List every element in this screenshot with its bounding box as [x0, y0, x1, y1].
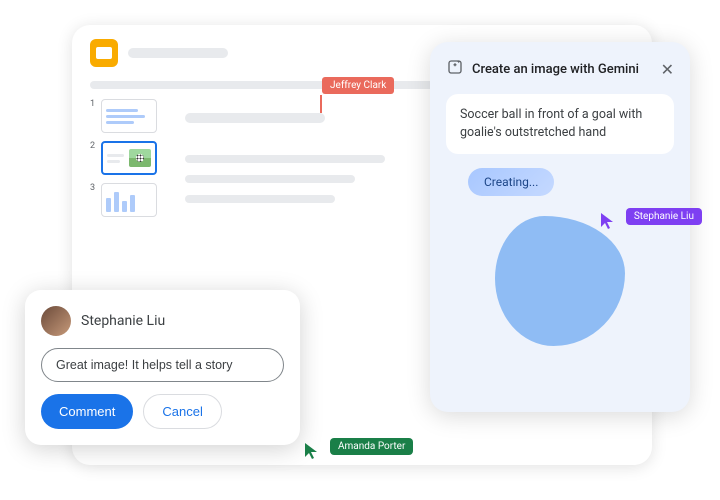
gemini-panel-title: Create an image with Gemini [472, 62, 639, 77]
thumb-number: 2 [90, 141, 96, 151]
cursor-pointer-icon [304, 442, 318, 460]
slide-thumbnail[interactable] [101, 99, 157, 133]
thumb-number: 3 [90, 183, 96, 193]
gemini-status-chip: Creating... [468, 168, 554, 196]
collaborator-cursor: Stephanie Liu [600, 212, 702, 230]
comment-cancel-button[interactable]: Cancel [143, 394, 221, 429]
collaborator-cursor-label: Amanda Porter [330, 438, 413, 455]
comment-popover: Stephanie Liu Comment Cancel [25, 290, 300, 445]
slides-logo-icon[interactable] [90, 39, 118, 67]
slide-thumbnail-panel: 1 2 3 [90, 99, 157, 229]
thumb-image-icon [129, 149, 151, 167]
comment-author-avatar [41, 306, 71, 336]
gemini-generating-placeholder-icon [495, 216, 625, 346]
slide-thumbnail[interactable] [101, 183, 157, 217]
close-icon[interactable]: ✕ [661, 60, 674, 79]
comment-input[interactable] [41, 348, 284, 382]
thumb-chart-icon [106, 188, 152, 212]
gemini-prompt-text[interactable]: Soccer ball in front of a goal with goal… [446, 94, 674, 154]
collaborator-cursor: Amanda Porter [304, 442, 413, 460]
gemini-sparkle-icon [446, 58, 464, 80]
cursor-pointer-icon [600, 212, 614, 230]
slide-thumbnail[interactable] [101, 141, 157, 175]
slide-title-placeholder [185, 113, 325, 123]
slide-body-line [185, 195, 335, 203]
comment-submit-button[interactable]: Comment [41, 394, 133, 429]
document-title-placeholder[interactable] [128, 48, 228, 58]
slide-body-line [185, 175, 355, 183]
thumb-number: 1 [90, 99, 96, 109]
slide-body-line [185, 155, 385, 163]
collaborator-cursor-label: Jeffrey Clark [322, 77, 394, 94]
collaborator-cursor-label: Stephanie Liu [626, 208, 702, 225]
comment-author-name: Stephanie Liu [81, 313, 165, 329]
